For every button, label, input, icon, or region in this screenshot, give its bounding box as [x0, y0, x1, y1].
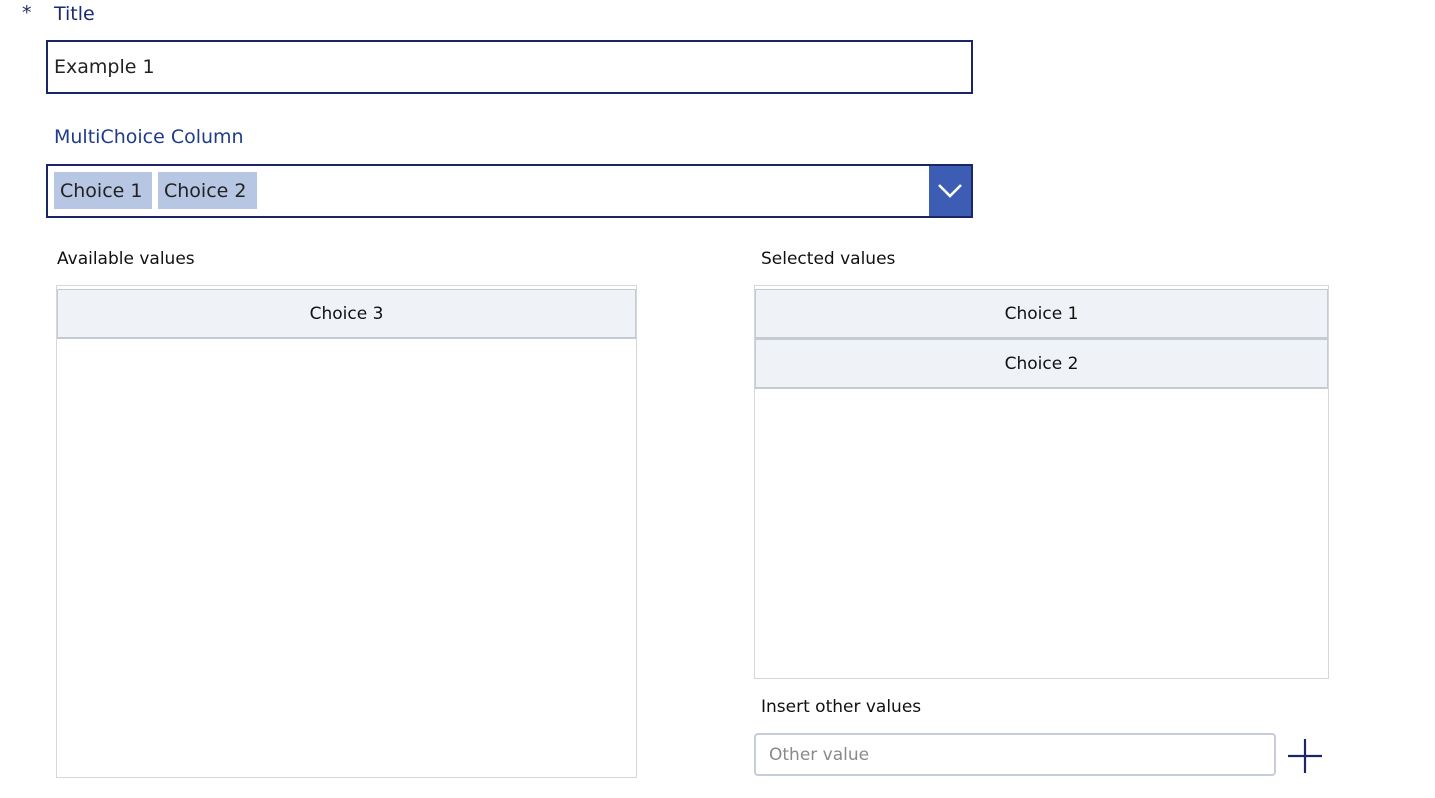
selected-value-item[interactable]: Choice 1	[755, 289, 1328, 339]
chevron-down-icon	[938, 184, 962, 198]
required-marker: *	[22, 2, 32, 24]
title-input-value: Example 1	[54, 56, 155, 78]
available-values-label: Available values	[57, 249, 195, 269]
multichoice-label: MultiChoice Column	[54, 126, 244, 148]
selected-values-label: Selected values	[761, 249, 896, 269]
title-input[interactable]: Example 1	[46, 40, 973, 94]
form-root: * Title Example 1 MultiChoice Column Cho…	[0, 0, 1435, 798]
available-values-list: Choice 3	[56, 285, 637, 778]
other-value-input[interactable]	[754, 733, 1276, 776]
title-label: Title	[54, 3, 95, 25]
plus-icon	[1288, 739, 1322, 773]
selected-value-item[interactable]: Choice 2	[755, 339, 1328, 389]
multichoice-chip[interactable]: Choice 2	[158, 172, 257, 209]
insert-other-label: Insert other values	[761, 697, 922, 717]
available-value-item[interactable]: Choice 3	[57, 289, 636, 339]
multichoice-combobox[interactable]: Choice 1 Choice 2	[46, 164, 973, 218]
add-value-button[interactable]	[1286, 737, 1324, 775]
multichoice-chip[interactable]: Choice 1	[54, 172, 152, 209]
selected-values-list: Choice 1 Choice 2	[754, 285, 1329, 679]
multichoice-dropdown-button[interactable]	[929, 166, 971, 216]
